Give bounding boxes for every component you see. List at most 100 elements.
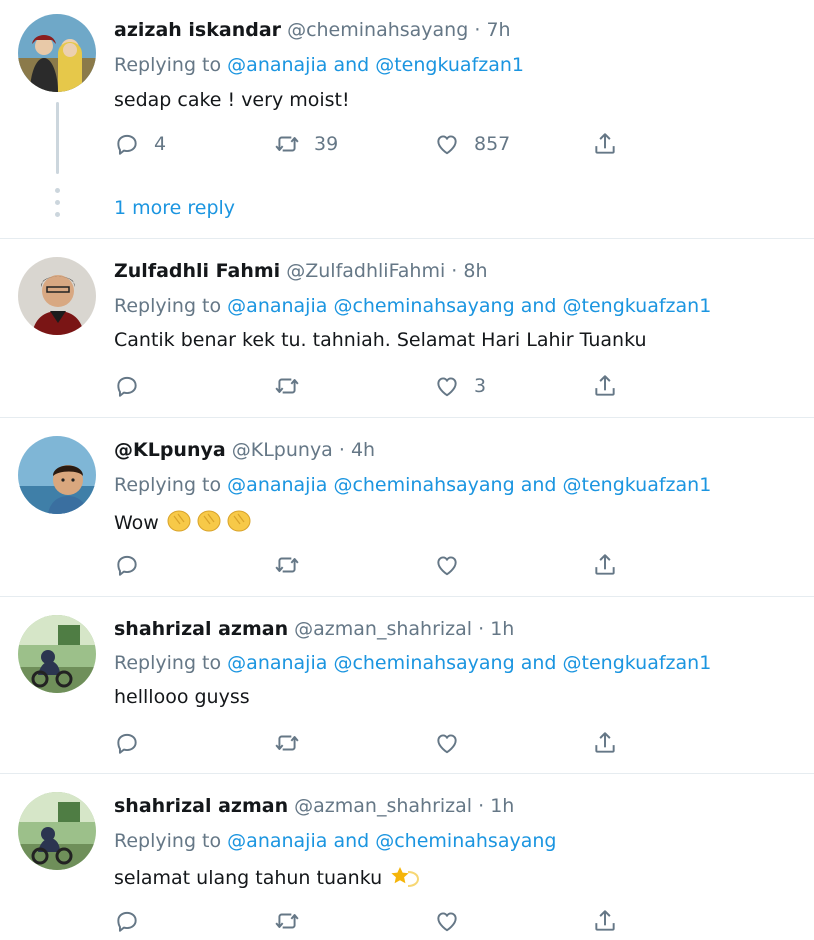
display-name[interactable]: azizah iskandar xyxy=(114,19,281,41)
retweet-button[interactable] xyxy=(274,728,300,758)
timestamp[interactable]: 7h xyxy=(486,19,510,41)
like-icon xyxy=(434,908,460,934)
tweet-text-container: selamat ulang tahun tuanku xyxy=(114,864,422,894)
timestamp[interactable]: 1h xyxy=(490,795,514,817)
tweet-reply[interactable]: @KLpunya @KLpunya · 4h Replying to @anan… xyxy=(0,418,814,596)
user-handle[interactable]: @cheminahsayang xyxy=(287,19,468,41)
separator: · xyxy=(478,795,485,817)
tweet-actions xyxy=(114,728,634,758)
thread-dot xyxy=(55,188,60,193)
separator: · xyxy=(451,260,458,282)
mention-link[interactable]: @ananajia xyxy=(227,54,327,76)
mention-link[interactable]: @ananajia xyxy=(227,295,327,317)
display-name[interactable]: @KLpunya xyxy=(114,439,226,461)
mention-link[interactable]: @tengkuafzan1 xyxy=(563,295,712,317)
star-emoji xyxy=(388,864,422,894)
mention-link[interactable]: @ananajia xyxy=(227,652,327,674)
reply-icon xyxy=(114,131,140,157)
like-button[interactable] xyxy=(434,550,460,580)
share-icon xyxy=(592,131,618,157)
mention-link[interactable]: @tengkuafzan1 xyxy=(375,54,524,76)
reply-icon xyxy=(114,552,140,578)
mention-link[interactable]: @cheminahsayang xyxy=(333,295,514,317)
mention-and[interactable]: and xyxy=(521,652,557,674)
reply-button[interactable] xyxy=(114,550,140,580)
thread-dot xyxy=(55,200,60,205)
tweet-header: shahrizal azman @azman_shahrizal · 1h xyxy=(114,617,514,641)
like-button[interactable] xyxy=(434,906,460,936)
tweet-reply[interactable]: shahrizal azman @azman_shahrizal · 1h Re… xyxy=(0,597,814,773)
share-button[interactable] xyxy=(592,728,618,758)
mention-link[interactable]: @ananajia xyxy=(227,474,327,496)
timestamp[interactable]: 8h xyxy=(463,260,487,282)
tweet-reply[interactable]: shahrizal azman @azman_shahrizal · 1h Re… xyxy=(0,774,814,940)
tweet-text: sedap cake ! very moist! xyxy=(114,89,350,111)
separator: · xyxy=(478,618,485,640)
user-handle[interactable]: @KLpunya xyxy=(232,439,333,461)
mention-link[interactable]: @cheminahsayang xyxy=(333,652,514,674)
share-button[interactable] xyxy=(592,906,618,936)
replying-to-label: Replying to xyxy=(114,652,222,674)
mention-link[interactable]: @ananajia xyxy=(227,830,327,852)
timestamp[interactable]: 4h xyxy=(351,439,375,461)
tweet-text: helllooo guyss xyxy=(114,686,250,708)
replying-to-label: Replying to xyxy=(114,295,222,317)
like-button[interactable]: 857 xyxy=(434,129,510,159)
share-icon xyxy=(592,373,618,399)
tweet-actions xyxy=(114,906,634,936)
avatar[interactable] xyxy=(18,14,96,92)
clapping-hands-emoji xyxy=(165,507,257,539)
retweet-icon xyxy=(274,908,300,934)
replying-to: Replying to @ananajia and @cheminahsayan… xyxy=(114,829,556,853)
separator: · xyxy=(338,439,345,461)
retweet-icon xyxy=(274,552,300,578)
share-button[interactable] xyxy=(592,550,618,580)
replying-to: Replying to @ananajia @cheminahsayang an… xyxy=(114,473,711,497)
display-name[interactable]: Zulfadhli Fahmi xyxy=(114,260,280,282)
reply-button[interactable] xyxy=(114,906,140,936)
retweet-button[interactable] xyxy=(274,550,300,580)
like-button[interactable]: 3 xyxy=(434,371,486,401)
mention-link[interactable]: @cheminahsayang xyxy=(333,474,514,496)
mention-and[interactable]: and xyxy=(521,295,557,317)
replying-to: Replying to @ananajia and @tengkuafzan1 xyxy=(114,53,524,77)
timestamp[interactable]: 1h xyxy=(490,618,514,640)
reply-button[interactable]: 4 xyxy=(114,129,166,159)
tweet-text: selamat ulang tahun tuanku xyxy=(114,867,383,889)
share-button[interactable] xyxy=(592,371,618,401)
reply-count: 4 xyxy=(154,133,167,155)
tweet-header: @KLpunya @KLpunya · 4h xyxy=(114,438,375,462)
tweet-reply[interactable]: azizah iskandar @cheminahsayang · 7h Rep… xyxy=(0,0,814,238)
mention-and[interactable]: and xyxy=(333,830,369,852)
avatar[interactable] xyxy=(18,615,96,693)
mention-link[interactable]: @cheminahsayang xyxy=(375,830,556,852)
like-icon xyxy=(434,373,460,399)
avatar[interactable] xyxy=(18,257,96,335)
user-handle[interactable]: @azman_shahrizal xyxy=(294,795,472,817)
user-handle[interactable]: @azman_shahrizal xyxy=(294,618,472,640)
share-icon xyxy=(592,552,618,578)
display-name[interactable]: shahrizal azman xyxy=(114,618,288,640)
mention-link[interactable]: @tengkuafzan1 xyxy=(563,652,712,674)
tweet-reply[interactable]: Zulfadhli Fahmi @ZulfadhliFahmi · 8h Rep… xyxy=(0,239,814,417)
retweet-icon xyxy=(274,373,300,399)
retweet-button[interactable] xyxy=(274,371,314,401)
reply-icon xyxy=(114,373,140,399)
replying-to-label: Replying to xyxy=(114,54,222,76)
more-replies-link[interactable]: 1 more reply xyxy=(114,196,235,220)
share-icon xyxy=(592,730,618,756)
share-button[interactable] xyxy=(592,129,618,159)
reply-button[interactable] xyxy=(114,371,154,401)
mention-link[interactable]: @tengkuafzan1 xyxy=(563,474,712,496)
user-handle[interactable]: @ZulfadhliFahmi xyxy=(286,260,445,282)
avatar[interactable] xyxy=(18,792,96,870)
avatar[interactable] xyxy=(18,436,96,514)
display-name[interactable]: shahrizal azman xyxy=(114,795,288,817)
retweet-button[interactable] xyxy=(274,906,300,936)
mention-and[interactable]: and xyxy=(333,54,369,76)
like-button[interactable] xyxy=(434,728,460,758)
retweet-button[interactable]: 39 xyxy=(274,129,338,159)
reply-button[interactable] xyxy=(114,728,140,758)
tweet-header: shahrizal azman @azman_shahrizal · 1h xyxy=(114,794,514,818)
mention-and[interactable]: and xyxy=(521,474,557,496)
